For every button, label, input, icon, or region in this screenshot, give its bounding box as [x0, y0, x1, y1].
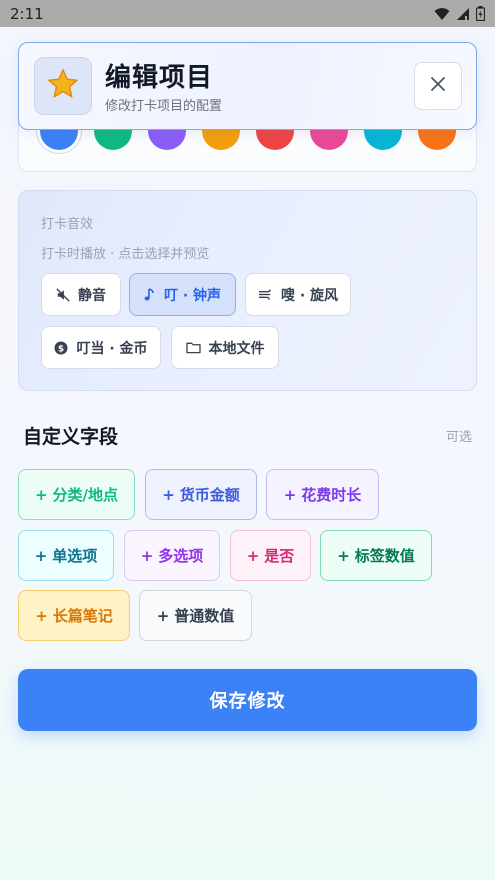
- sound-label: 打卡音效: [41, 217, 94, 232]
- plus-icon: +: [35, 606, 48, 625]
- folder-icon: [185, 341, 201, 354]
- sound-option-label: 叮 · 钟声: [163, 287, 222, 304]
- chip-label: 单选项: [52, 547, 98, 565]
- status-time: 2:11: [10, 4, 44, 23]
- svg-text:$: $: [58, 344, 64, 354]
- sound-hint: 打卡时播放 · 点击选择并预览: [41, 247, 210, 262]
- close-icon: [430, 76, 446, 96]
- sound-option-mute[interactable]: 静音: [41, 273, 121, 316]
- sound-option-bell[interactable]: 叮 · 钟声: [129, 273, 236, 316]
- custom-fields-title: 自定义字段: [23, 426, 119, 448]
- add-field-multi-select[interactable]: + 多选项: [124, 530, 220, 581]
- chip-label: 普通数值: [174, 607, 235, 625]
- chip-label: 标签数值: [354, 547, 415, 565]
- page-title: 编辑项目: [105, 63, 214, 93]
- close-button[interactable]: [414, 62, 462, 110]
- battery-icon: [476, 6, 485, 21]
- add-field-number[interactable]: + 普通数值: [139, 590, 252, 641]
- sound-option-local-file[interactable]: 本地文件: [171, 326, 279, 369]
- edit-header: 编辑项目 修改打卡项目的配置: [18, 42, 477, 130]
- sound-option-label: 嗖 · 旋风: [280, 287, 339, 304]
- chip-label: 多选项: [158, 547, 204, 565]
- star-icon: [46, 67, 80, 105]
- sound-option-label: 静音: [78, 287, 106, 304]
- save-button[interactable]: 保存修改: [18, 669, 477, 731]
- coin-icon: $: [54, 341, 68, 355]
- chip-label: 是否: [264, 547, 295, 565]
- sound-option-label: 叮当 · 金币: [76, 340, 148, 357]
- status-bar: 2:11: [0, 0, 495, 27]
- plus-icon: +: [34, 485, 48, 504]
- plus-icon: +: [156, 606, 170, 625]
- add-field-duration[interactable]: + 花费时长: [266, 469, 379, 520]
- add-field-single-select[interactable]: + 单选项: [18, 530, 114, 581]
- mute-icon: [56, 287, 70, 302]
- add-field-category[interactable]: + 分类/地点: [18, 469, 135, 520]
- sound-card: 打卡音效 打卡时播放 · 点击选择并预览 静音 叮 · 钟声 嗖 · 旋风 $ …: [18, 190, 477, 391]
- chip-label: 长篇笔记: [52, 607, 113, 625]
- project-icon[interactable]: [34, 57, 92, 115]
- chip-label: 分类/地点: [52, 486, 119, 504]
- plus-icon: +: [34, 546, 48, 565]
- sound-option-coin[interactable]: $ 叮当 · 金币: [41, 326, 161, 369]
- add-field-currency[interactable]: + 货币金额: [145, 469, 257, 520]
- music-note-icon: [144, 287, 156, 302]
- plus-icon: +: [140, 546, 154, 565]
- plus-icon: +: [246, 546, 260, 565]
- optional-label: 可选: [445, 430, 472, 445]
- add-field-boolean[interactable]: + 是否: [230, 530, 311, 581]
- plus-icon: +: [337, 546, 350, 565]
- page-subtitle: 修改打卡项目的配置: [105, 99, 223, 114]
- sound-option-wind[interactable]: 嗖 · 旋风: [245, 273, 351, 316]
- chip-label: 货币金额: [179, 486, 240, 504]
- wind-icon: [258, 288, 273, 301]
- chip-label: 花费时长: [301, 486, 362, 504]
- wifi-icon: [434, 7, 450, 21]
- add-field-tag-value[interactable]: + 标签数值: [320, 530, 432, 581]
- add-field-long-note[interactable]: + 长篇笔记: [18, 590, 130, 641]
- sound-option-label: 本地文件: [208, 340, 265, 357]
- plus-icon: +: [283, 485, 297, 504]
- signal-icon: [456, 7, 470, 21]
- plus-icon: +: [162, 485, 175, 504]
